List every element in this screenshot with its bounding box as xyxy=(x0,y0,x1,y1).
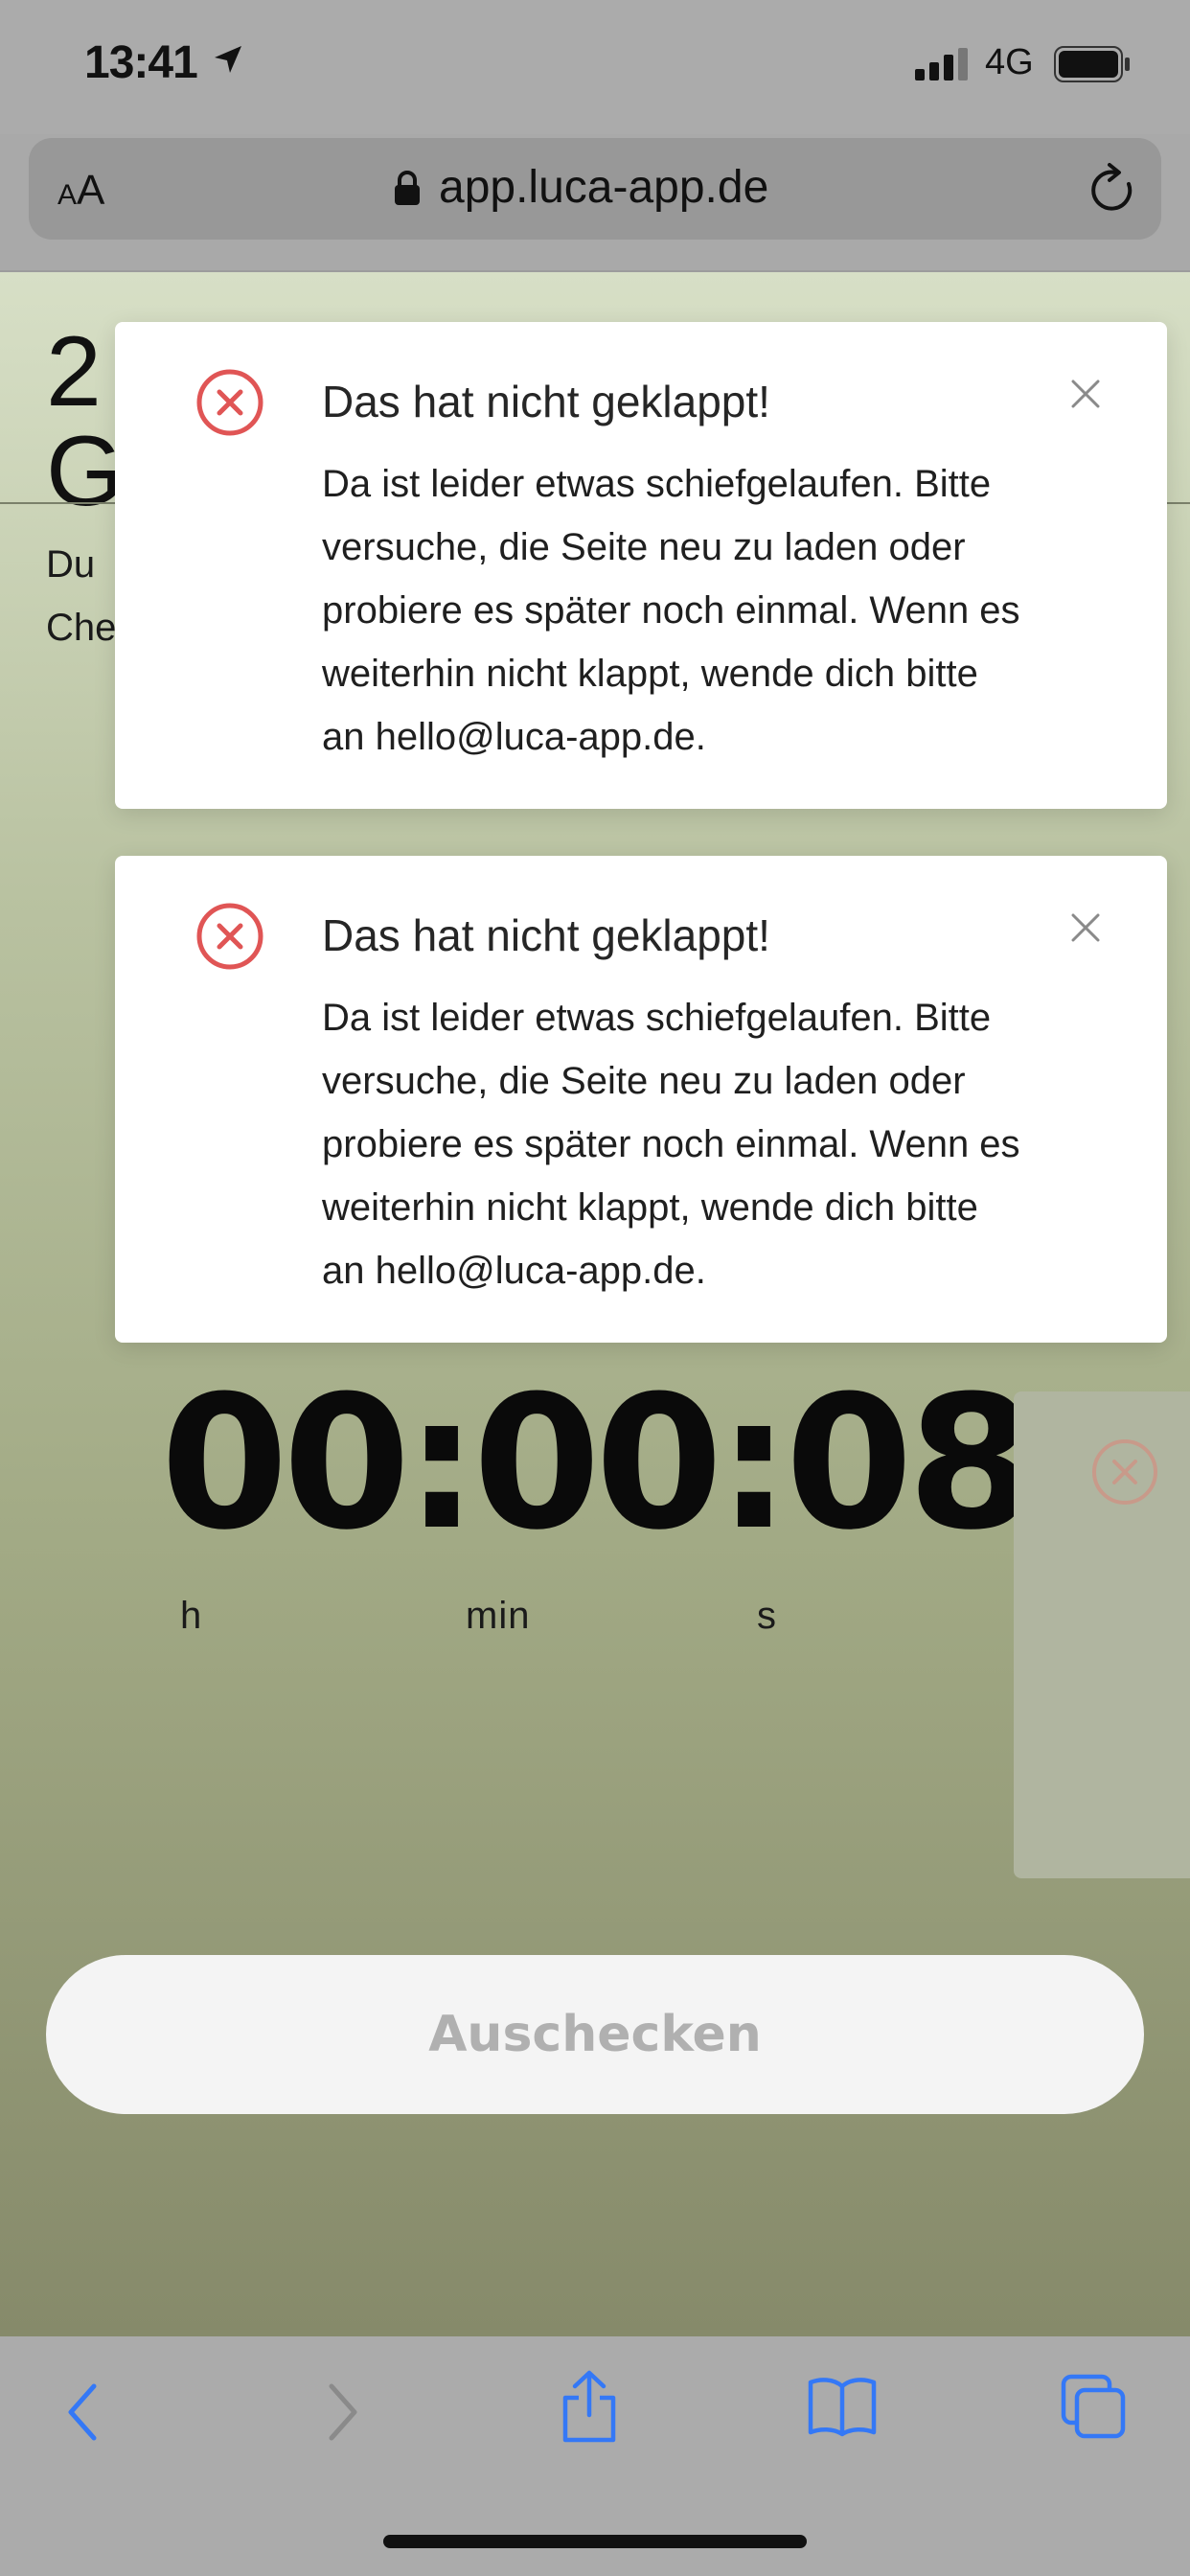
cellular-signal-icon xyxy=(915,48,968,80)
text-size-button[interactable]: AA xyxy=(57,167,104,215)
status-time: 13:41 xyxy=(84,37,198,88)
error-icon xyxy=(1092,1439,1157,1505)
share-icon[interactable] xyxy=(560,2369,619,2444)
reload-icon[interactable] xyxy=(1087,163,1138,217)
toast-title: Das hat nicht geklappt! xyxy=(322,910,770,960)
status-bar: 13:41 4G xyxy=(0,0,1190,134)
checkout-button[interactable]: Auschecken xyxy=(46,1955,1144,2114)
checkin-description: Du Che xyxy=(46,543,117,649)
error-icon xyxy=(196,903,263,970)
error-toast: Das hat nicht geklappt! Da ist leider et… xyxy=(115,856,1167,1343)
toast-title: Das hat nicht geklappt! xyxy=(322,377,770,426)
battery-icon xyxy=(1054,46,1130,82)
error-toast: Das hat nicht geklappt! Da ist leider et… xyxy=(115,322,1167,809)
location-arrow-icon xyxy=(215,46,241,73)
tabs-icon[interactable] xyxy=(1060,2373,1127,2440)
close-icon[interactable] xyxy=(1062,904,1110,952)
bookmarks-icon[interactable] xyxy=(807,2375,878,2438)
lock-icon xyxy=(395,170,420,205)
unit-seconds: s xyxy=(757,1595,777,1637)
url-text: app.luca-app.de xyxy=(439,162,769,213)
back-icon[interactable] xyxy=(59,2379,107,2446)
url-display[interactable]: app.luca-app.de xyxy=(393,161,768,214)
network-type: 4G xyxy=(985,42,1034,82)
offscreen-toast xyxy=(1014,1392,1190,1878)
unit-minutes: min xyxy=(466,1595,531,1637)
address-bar[interactable]: AA app.luca-app.de xyxy=(29,138,1161,240)
forward-icon[interactable] xyxy=(318,2379,366,2446)
checkin-timer: 00:00:08 xyxy=(160,1357,1035,1571)
home-indicator[interactable] xyxy=(383,2535,807,2548)
unit-hours: h xyxy=(180,1595,203,1637)
close-icon[interactable] xyxy=(1062,370,1110,418)
toast-message: Da ist leider etwas schiefgelaufen. Bitt… xyxy=(322,997,1020,1292)
toast-message: Da ist leider etwas schiefgelaufen. Bitt… xyxy=(322,463,1020,758)
location-title: 2 G xyxy=(46,316,124,527)
error-icon xyxy=(196,369,263,436)
